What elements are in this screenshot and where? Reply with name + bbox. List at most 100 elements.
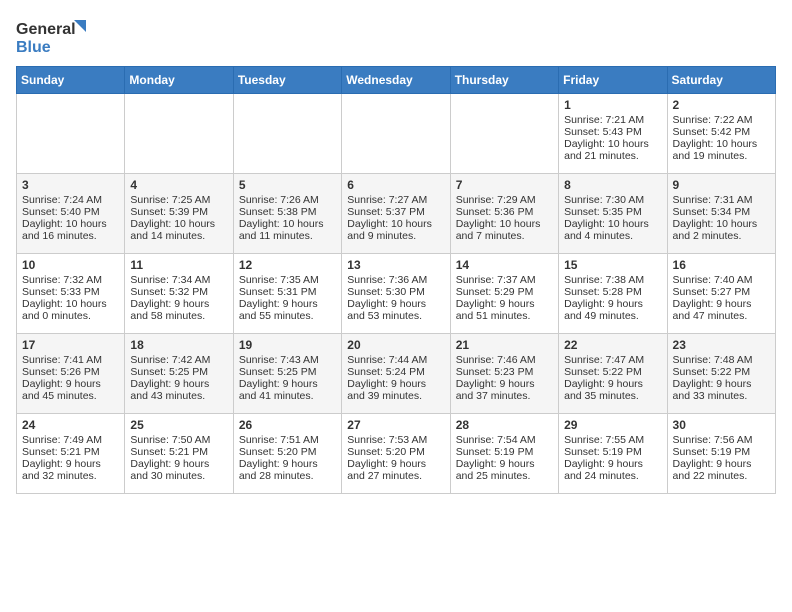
day-info: Daylight: 10 hours and 14 minutes. — [130, 218, 227, 242]
day-info: Daylight: 9 hours and 39 minutes. — [347, 378, 444, 402]
week-row-3: 17Sunrise: 7:41 AMSunset: 5:26 PMDayligh… — [17, 334, 776, 414]
day-info: Sunrise: 7:30 AM — [564, 194, 661, 206]
day-number: 21 — [456, 338, 553, 352]
day-info: Sunset: 5:31 PM — [239, 286, 336, 298]
day-cell: 16Sunrise: 7:40 AMSunset: 5:27 PMDayligh… — [667, 254, 775, 334]
day-info: Sunset: 5:38 PM — [239, 206, 336, 218]
day-info: Sunset: 5:23 PM — [456, 366, 553, 378]
svg-text:General: General — [16, 21, 76, 38]
day-cell: 15Sunrise: 7:38 AMSunset: 5:28 PMDayligh… — [559, 254, 667, 334]
day-number: 11 — [130, 258, 227, 272]
day-cell: 20Sunrise: 7:44 AMSunset: 5:24 PMDayligh… — [342, 334, 450, 414]
day-cell: 5Sunrise: 7:26 AMSunset: 5:38 PMDaylight… — [233, 174, 341, 254]
day-info: Sunrise: 7:24 AM — [22, 194, 119, 206]
day-info: Daylight: 9 hours and 28 minutes. — [239, 458, 336, 482]
day-info: Sunset: 5:27 PM — [673, 286, 770, 298]
day-number: 19 — [239, 338, 336, 352]
day-info: Daylight: 9 hours and 43 minutes. — [130, 378, 227, 402]
day-info: Sunrise: 7:53 AM — [347, 434, 444, 446]
day-cell: 21 Sunrise: 7:46 AMSunset: 5:23 PMDayligh… — [450, 334, 558, 414]
day-number: 14 — [456, 258, 553, 272]
day-cell: 29Sunrise: 7:55 AMSunset: 5:19 PMDayligh… — [559, 414, 667, 494]
day-cell — [342, 94, 450, 174]
day-info: Sunset: 5:40 PM — [22, 206, 119, 218]
header-row: SundayMondayTuesdayWednesdayThursdayFrid… — [17, 67, 776, 94]
day-info: Daylight: 9 hours and 41 minutes. — [239, 378, 336, 402]
day-number: 2 — [673, 98, 770, 112]
day-info: Sunset: 5:35 PM — [564, 206, 661, 218]
day-info: Sunrise: 7:51 AM — [239, 434, 336, 446]
day-number: 3 — [22, 178, 119, 192]
day-number: 22 — [564, 338, 661, 352]
header-cell-friday: Friday — [559, 67, 667, 94]
day-info: Sunrise: 7:29 AM — [456, 194, 553, 206]
day-cell — [125, 94, 233, 174]
day-info: Sunrise: 7:49 AM — [22, 434, 119, 446]
day-info: Daylight: 9 hours and 53 minutes. — [347, 298, 444, 322]
day-info: Sunset: 5:24 PM — [347, 366, 444, 378]
day-cell: 11Sunrise: 7:34 AMSunset: 5:32 PMDayligh… — [125, 254, 233, 334]
header-cell-saturday: Saturday — [667, 67, 775, 94]
header-cell-wednesday: Wednesday — [342, 67, 450, 94]
day-info: Sunset: 5:28 PM — [564, 286, 661, 298]
day-number: 16 — [673, 258, 770, 272]
day-cell: 7Sunrise: 7:29 AMSunset: 5:36 PMDaylight… — [450, 174, 558, 254]
day-info: Sunset: 5:25 PM — [239, 366, 336, 378]
day-cell: 3Sunrise: 7:24 AMSunset: 5:40 PMDaylight… — [17, 174, 125, 254]
header-cell-tuesday: Tuesday — [233, 67, 341, 94]
day-cell — [233, 94, 341, 174]
page-header: GeneralBlue — [16, 16, 776, 56]
day-info: Sunrise: 7:47 AM — [564, 354, 661, 366]
day-info: Daylight: 9 hours and 22 minutes. — [673, 458, 770, 482]
day-info: Sunrise: 7:48 AM — [673, 354, 770, 366]
day-info: Daylight: 10 hours and 7 minutes. — [456, 218, 553, 242]
header-cell-sunday: Sunday — [17, 67, 125, 94]
day-info: Sunset: 5:43 PM — [564, 126, 661, 138]
day-info: Sunrise: 7:27 AM — [347, 194, 444, 206]
day-cell: 28Sunrise: 7:54 AMSunset: 5:19 PMDayligh… — [450, 414, 558, 494]
day-info: Daylight: 9 hours and 30 minutes. — [130, 458, 227, 482]
day-cell: 18Sunrise: 7:42 AMSunset: 5:25 PMDayligh… — [125, 334, 233, 414]
day-info: Daylight: 10 hours and 9 minutes. — [347, 218, 444, 242]
day-cell: 4Sunrise: 7:25 AMSunset: 5:39 PMDaylight… — [125, 174, 233, 254]
day-info: Daylight: 9 hours and 32 minutes. — [22, 458, 119, 482]
day-info: Sunrise: 7:40 AM — [673, 274, 770, 286]
day-info: Sunset: 5:42 PM — [673, 126, 770, 138]
day-info: Sunrise: 7:26 AM — [239, 194, 336, 206]
week-row-0: 1Sunrise: 7:21 AMSunset: 5:43 PMDaylight… — [17, 94, 776, 174]
day-info: Sunset: 5:22 PM — [564, 366, 661, 378]
logo-icon: GeneralBlue — [16, 16, 96, 56]
day-info: Sunset: 5:21 PM — [22, 446, 119, 458]
week-row-2: 10Sunrise: 7:32 AMSunset: 5:33 PMDayligh… — [17, 254, 776, 334]
calendar-table: SundayMondayTuesdayWednesdayThursdayFrid… — [16, 66, 776, 494]
day-info: Sunset: 5:20 PM — [347, 446, 444, 458]
day-info: Sunset: 5:36 PM — [456, 206, 553, 218]
day-info: Daylight: 10 hours and 21 minutes. — [564, 138, 661, 162]
day-info: Sunrise: 7:46 AM — [456, 354, 553, 366]
day-number: 30 — [673, 418, 770, 432]
day-info: Sunset: 5:20 PM — [239, 446, 336, 458]
day-cell: 19Sunrise: 7:43 AMSunset: 5:25 PMDayligh… — [233, 334, 341, 414]
day-cell: 13Sunrise: 7:36 AMSunset: 5:30 PMDayligh… — [342, 254, 450, 334]
day-cell: 24 Sunrise: 7:49 AMSunset: 5:21 PMDayligh… — [17, 414, 125, 494]
day-info: Daylight: 9 hours and 58 minutes. — [130, 298, 227, 322]
day-info: Sunrise: 7:50 AM — [130, 434, 227, 446]
day-info: Daylight: 10 hours and 4 minutes. — [564, 218, 661, 242]
day-info: Daylight: 9 hours and 37 minutes. — [456, 378, 553, 402]
day-number: 24 — [22, 418, 119, 432]
day-number: 12 — [239, 258, 336, 272]
day-info: Sunrise: 7:25 AM — [130, 194, 227, 206]
day-cell: 30Sunrise: 7:56 AMSunset: 5:19 PMDayligh… — [667, 414, 775, 494]
day-info: Sunrise: 7:22 AM — [673, 114, 770, 126]
day-info: Sunrise: 7:37 AM — [456, 274, 553, 286]
day-info: Daylight: 9 hours and 33 minutes. — [673, 378, 770, 402]
day-info: Daylight: 9 hours and 35 minutes. — [564, 378, 661, 402]
day-number: 23 — [673, 338, 770, 352]
day-info: Daylight: 9 hours and 27 minutes. — [347, 458, 444, 482]
day-cell — [17, 94, 125, 174]
day-cell: 2Sunrise: 7:22 AMSunset: 5:42 PMDaylight… — [667, 94, 775, 174]
day-info: Daylight: 9 hours and 49 minutes. — [564, 298, 661, 322]
day-cell: 25Sunrise: 7:50 AMSunset: 5:21 PMDayligh… — [125, 414, 233, 494]
day-info: Sunset: 5:33 PM — [22, 286, 119, 298]
day-info: Sunrise: 7:31 AM — [673, 194, 770, 206]
